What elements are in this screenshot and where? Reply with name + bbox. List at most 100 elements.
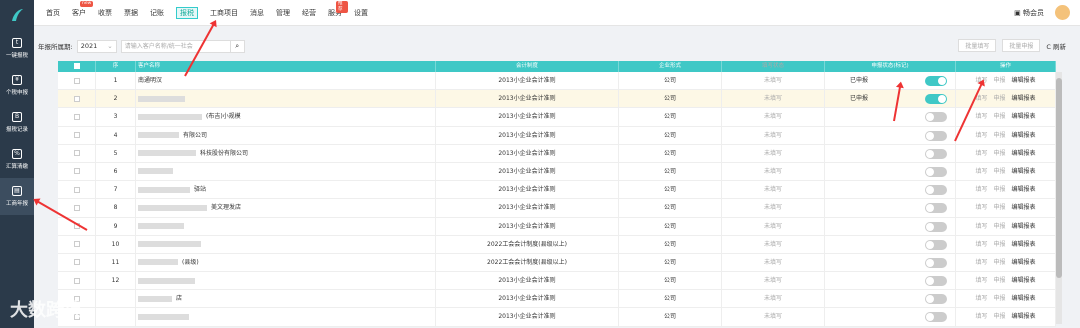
avatar[interactable]	[1055, 5, 1070, 20]
action-edit-report[interactable]: 编辑报表	[1012, 313, 1036, 320]
table-row[interactable]: 3 (布吉)小规模 2013小企业会计准则 公司 未填写 填写 申报 编辑报表	[58, 108, 1056, 127]
batch-declare-button[interactable]: 批量申报	[1002, 39, 1041, 52]
row-checkbox[interactable]	[73, 150, 80, 157]
action-edit-report[interactable]: 编辑报表	[1012, 241, 1036, 248]
declare-status-toggle[interactable]	[925, 312, 947, 323]
nav-item[interactable]: 消息	[244, 0, 270, 26]
table-row[interactable]: 2 2013小企业会计准则 公司 未填写 已申报 填写 申报 编辑报表	[58, 90, 1056, 109]
action-fill[interactable]: 填写	[975, 113, 987, 120]
row-checkbox[interactable]	[73, 186, 80, 193]
nav-item[interactable]: 设置	[348, 0, 374, 26]
action-declare[interactable]: 申报	[993, 150, 1005, 157]
action-fill[interactable]: 填写	[975, 313, 987, 320]
action-declare[interactable]: 申报	[993, 259, 1005, 266]
action-fill[interactable]: 填写	[975, 132, 987, 139]
row-checkbox[interactable]	[73, 204, 80, 211]
action-fill[interactable]: 填写	[975, 150, 987, 157]
declare-status-toggle[interactable]	[925, 76, 947, 86]
action-edit-report[interactable]: 编辑报表	[1012, 150, 1036, 157]
declare-status-toggle[interactable]	[925, 239, 947, 250]
action-edit-report[interactable]: 编辑报表	[1012, 223, 1036, 230]
declare-status-toggle[interactable]	[925, 112, 947, 123]
action-declare[interactable]: 申报	[993, 186, 1005, 193]
table-row[interactable]: 11 (县级) 2022工会会计制度(县级以上) 公司 未填写 填写 申报 编辑报表	[58, 253, 1056, 273]
action-fill[interactable]: 填写	[975, 168, 987, 175]
row-checkbox[interactable]	[73, 77, 80, 84]
table-row[interactable]: 4 有限公司 2013小企业会计准则 公司 未填写 填写 申报 编辑报表	[58, 126, 1056, 145]
action-edit-report[interactable]: 编辑报表	[1012, 295, 1036, 302]
table-row[interactable]: 8 美文理发店 2013小企业会计准则 公司 未填写 填写 申报 编辑报表	[58, 199, 1056, 218]
action-edit-report[interactable]: 编辑报表	[1012, 277, 1036, 284]
sidebar-item[interactable]: ¥ 个税申报	[0, 67, 34, 104]
action-fill[interactable]: 填写	[975, 295, 987, 302]
nav-item[interactable]: 客户 new	[66, 0, 94, 26]
row-checkbox[interactable]	[73, 259, 80, 266]
member-link[interactable]: ▣ 畅会员	[1014, 8, 1044, 18]
action-declare[interactable]: 申报	[993, 295, 1005, 302]
nav-item[interactable]: 收票	[92, 0, 118, 26]
action-declare[interactable]: 申报	[993, 168, 1005, 175]
action-fill[interactable]: 填写	[975, 223, 987, 230]
year-select[interactable]: 2021 ⌄	[76, 39, 117, 53]
action-declare[interactable]: 申报	[993, 241, 1005, 248]
declare-status-toggle[interactable]	[925, 294, 947, 305]
column-header[interactable]	[58, 61, 96, 72]
action-fill[interactable]: 填写	[975, 277, 987, 284]
action-declare[interactable]: 申报	[993, 313, 1005, 320]
declare-status-toggle[interactable]	[925, 148, 947, 159]
table-row[interactable]: 7 驿站 2013小企业会计准则 公司 未填写 填写 申报 编辑报表	[58, 181, 1056, 200]
nav-item[interactable]: 报税	[170, 0, 204, 26]
declare-status-toggle[interactable]	[925, 166, 947, 177]
action-declare[interactable]: 申报	[993, 95, 1005, 102]
row-checkbox[interactable]	[73, 168, 80, 175]
table-row[interactable]: 5 科技股份有限公司 2013小企业会计准则 公司 未填写 填写 申报 编辑报表	[58, 144, 1056, 163]
action-edit-report[interactable]: 编辑报表	[1012, 95, 1036, 102]
declare-status-toggle[interactable]	[925, 130, 947, 141]
action-edit-report[interactable]: 编辑报表	[1012, 168, 1036, 175]
declare-status-toggle[interactable]	[925, 185, 947, 196]
nav-item[interactable]: 首页	[40, 0, 66, 26]
sidebar-item[interactable]: B 报税记录	[0, 104, 34, 141]
declare-status-toggle[interactable]	[925, 221, 947, 232]
sidebar-item[interactable]: t 一键报税	[0, 30, 34, 67]
table-row[interactable]: 9 2013小企业会计准则 公司 未填写 填写 申报 编辑报表	[58, 217, 1056, 236]
action-edit-report[interactable]: 编辑报表	[1012, 259, 1036, 266]
nav-item[interactable]: 服务 推荐	[322, 0, 348, 26]
nav-item[interactable]: 管理	[270, 0, 296, 26]
action-declare[interactable]: 申报	[993, 277, 1005, 284]
action-edit-report[interactable]: 编辑报表	[1012, 77, 1036, 84]
row-checkbox[interactable]	[73, 132, 80, 139]
action-fill[interactable]: 填写	[975, 186, 987, 193]
declare-status-toggle[interactable]	[925, 276, 947, 287]
sidebar-item[interactable]: % 汇算清缴	[0, 141, 34, 178]
action-fill[interactable]: 填写	[975, 204, 987, 211]
search-icon[interactable]: ⌕	[230, 39, 245, 53]
table-row[interactable]: 1南通明汉2013小企业会计准则公司未填写已申报填写申报编辑报表	[58, 72, 1056, 91]
table-row[interactable]: 6 2013小企业会计准则 公司 未填写 填写 申报 编辑报表	[58, 162, 1056, 182]
action-declare[interactable]: 申报	[993, 113, 1005, 120]
action-edit-report[interactable]: 编辑报表	[1012, 204, 1036, 211]
refresh-button[interactable]: C 刷新	[1046, 41, 1066, 51]
action-declare[interactable]: 申报	[993, 223, 1005, 230]
nav-item[interactable]: 经营	[296, 0, 322, 26]
row-checkbox[interactable]	[73, 241, 80, 248]
nav-item[interactable]: 记账	[144, 0, 170, 26]
action-fill[interactable]: 填写	[975, 259, 987, 266]
declare-status-toggle[interactable]	[925, 257, 947, 268]
row-checkbox[interactable]	[73, 277, 80, 284]
row-checkbox[interactable]	[73, 95, 80, 102]
table-row[interactable]: 12 2013小企业会计准则 公司 未填写 填写 申报 编辑报表	[58, 272, 1056, 291]
batch-fill-button[interactable]: 批量填写	[958, 39, 997, 52]
nav-item[interactable]: 票据	[118, 0, 144, 26]
action-edit-report[interactable]: 编辑报表	[1012, 113, 1036, 120]
action-fill[interactable]: 填写	[975, 241, 987, 248]
action-fill[interactable]: 填写	[975, 95, 987, 102]
action-declare[interactable]: 申报	[993, 204, 1005, 211]
table-row[interactable]: 店 2013小企业会计准则 公司 未填写 填写 申报 编辑报表	[58, 290, 1056, 309]
table-row[interactable]: 10 2022工会会计制度(县级以上) 公司 未填写 填写 申报 编辑报表	[58, 235, 1056, 254]
row-checkbox[interactable]	[73, 113, 80, 120]
sidebar-item[interactable]: ▤ 工商年报	[0, 178, 34, 215]
table-row[interactable]: 2013小企业会计准则 公司 未填写 填写 申报 编辑报表	[58, 308, 1056, 327]
search-input[interactable]: 请输入客户名称/统一社会	[120, 39, 231, 53]
declare-status-toggle[interactable]	[925, 94, 947, 105]
